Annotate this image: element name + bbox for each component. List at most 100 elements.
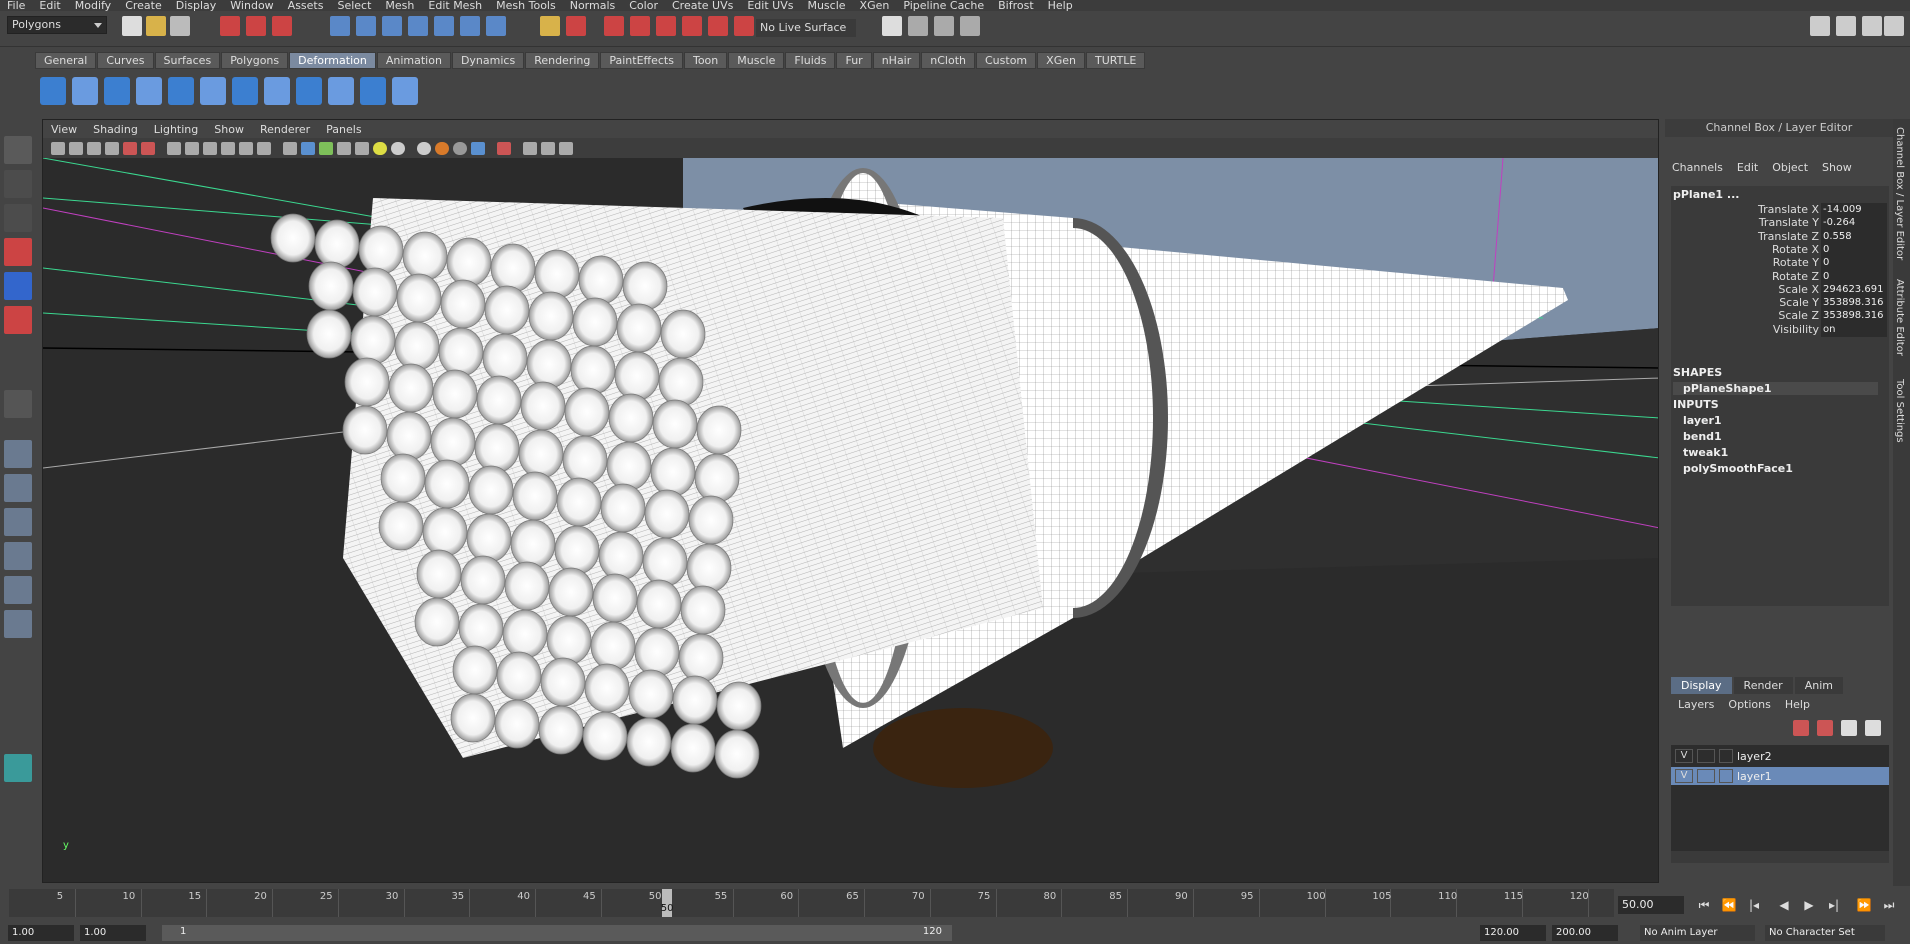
channel-menu-item[interactable]: Channels	[1665, 161, 1730, 179]
layer-row[interactable]: V layer2	[1671, 747, 1889, 765]
anim-layer-dropdown[interactable]: No Anim Layer	[1640, 925, 1755, 941]
menu-item[interactable]: Mesh Tools	[489, 0, 563, 11]
input-item[interactable]: polySmoothFace1	[1683, 462, 1793, 475]
select-tool-icon[interactable]	[4, 136, 32, 164]
camera-icon[interactable]	[51, 142, 65, 155]
panel-menu-item[interactable]: View	[43, 123, 85, 136]
cable-end-cap[interactable]	[430, 417, 476, 467]
cable-end-cap[interactable]	[358, 225, 404, 275]
cable-end-cap[interactable]	[460, 555, 506, 605]
save-scene-icon[interactable]	[170, 16, 190, 36]
panel-menu-item[interactable]: Show	[206, 123, 252, 136]
grid-icon[interactable]	[167, 142, 181, 155]
layer-row-selected[interactable]: V layer1	[1671, 767, 1889, 785]
snap-grid-icon[interactable]	[330, 16, 350, 36]
resolution-gate-icon[interactable]	[203, 142, 217, 155]
menu-item[interactable]: Modify	[68, 0, 118, 11]
shadows-icon[interactable]	[391, 142, 405, 155]
cable-end-cap[interactable]	[614, 351, 660, 401]
cable-end-cap[interactable]	[572, 297, 618, 347]
shelf-tab[interactable]: Custom	[976, 52, 1037, 69]
cable-end-cap[interactable]	[660, 309, 706, 359]
render-frame-icon[interactable]	[604, 16, 624, 36]
layer-scrollbar[interactable]	[1671, 851, 1889, 863]
shelf-tab[interactable]: nHair	[872, 52, 921, 69]
layer-color-swatch[interactable]	[1719, 769, 1733, 783]
twist-icon[interactable]	[232, 77, 258, 105]
live-surface-field[interactable]: No Live Surface	[756, 19, 856, 37]
cable-end-cap[interactable]	[484, 285, 530, 335]
playback-end-field[interactable]: 120.00	[1480, 925, 1546, 941]
toggle-channel-box-icon[interactable]	[1884, 16, 1904, 36]
step-back-key-icon[interactable]: |◂	[1745, 896, 1763, 914]
shelf-tab[interactable]: General	[35, 52, 97, 69]
cable-end-cap[interactable]	[534, 249, 580, 299]
snap-point-icon[interactable]	[382, 16, 402, 36]
cable-end-cap[interactable]	[628, 669, 674, 719]
shelf-tab[interactable]: Fur	[836, 52, 872, 69]
range-bar[interactable]: 1 120	[162, 925, 952, 941]
cable-end-cap[interactable]	[652, 399, 698, 449]
menu-set-dropdown[interactable]: Polygons	[7, 16, 107, 34]
cable-end-cap[interactable]	[694, 453, 740, 503]
lattice-icon[interactable]	[40, 77, 66, 105]
layer-name[interactable]: layer1	[1737, 770, 1772, 783]
layout-four-icon[interactable]	[1836, 16, 1856, 36]
layout-hypershade-icon[interactable]	[4, 576, 32, 604]
cable-end-cap[interactable]	[308, 261, 354, 311]
attribute-value[interactable]: on	[1821, 322, 1887, 337]
cable-end-cap[interactable]	[468, 465, 514, 515]
tab-tool-settings[interactable]: Tool Settings	[1894, 379, 1905, 443]
shape-item[interactable]: pPlaneShape1	[1673, 382, 1878, 395]
layout-graph-icon[interactable]	[4, 542, 32, 570]
shelf-tab[interactable]: nCloth	[921, 52, 975, 69]
play-backward-icon[interactable]: ◀	[1775, 896, 1793, 914]
shelf-tab[interactable]: Dynamics	[451, 52, 525, 69]
construction-history-icon[interactable]	[566, 16, 586, 36]
cable-end-cap[interactable]	[670, 723, 716, 773]
layout-four-pane-icon[interactable]	[4, 474, 32, 502]
cable-end-cap[interactable]	[306, 309, 352, 359]
cable-end-cap[interactable]	[482, 333, 528, 383]
menu-item[interactable]: Edit	[32, 0, 67, 11]
cable-end-cap[interactable]	[546, 615, 592, 665]
cable-end-cap[interactable]	[380, 453, 426, 503]
panel-menu-item[interactable]: Lighting	[146, 123, 206, 136]
menu-item[interactable]: Edit Mesh	[421, 0, 489, 11]
input-item[interactable]: tweak1	[1683, 446, 1728, 459]
cable-end-cap[interactable]	[606, 441, 652, 491]
cable-end-cap[interactable]	[564, 387, 610, 437]
layout-single-pane-icon[interactable]	[4, 440, 32, 468]
cable-end-cap[interactable]	[394, 321, 440, 371]
paint-select-icon[interactable]	[4, 204, 32, 232]
channel-attribute[interactable]: Visibility on	[1671, 322, 1889, 338]
shelf-tab[interactable]: Muscle	[728, 52, 785, 69]
end-time-field[interactable]: 200.00	[1552, 925, 1618, 941]
isolate-select-icon[interactable]	[497, 142, 511, 155]
xray-icon[interactable]	[355, 142, 369, 155]
shelf-tab[interactable]: Rendering	[525, 52, 600, 69]
cable-end-cap[interactable]	[642, 537, 688, 587]
menu-item[interactable]: Help	[1041, 0, 1080, 11]
menu-item[interactable]: Bifrost	[991, 0, 1041, 11]
menu-item[interactable]: XGen	[853, 0, 897, 11]
cable-end-cap[interactable]	[424, 459, 470, 509]
layer-options-icon[interactable]	[1841, 720, 1857, 736]
cable-end-cap[interactable]	[672, 675, 718, 725]
xray-active-icon[interactable]	[541, 142, 555, 155]
field-chart-icon[interactable]	[239, 142, 253, 155]
cable-end-cap[interactable]	[528, 291, 574, 341]
cable-end-cap[interactable]	[510, 519, 556, 569]
cable-end-cap[interactable]	[416, 549, 462, 599]
layer-playback-toggle[interactable]	[1697, 749, 1715, 763]
bend-icon[interactable]	[104, 77, 130, 105]
shelf-tab[interactable]: Polygons	[221, 52, 289, 69]
cable-end-cap[interactable]	[584, 663, 630, 713]
cable-end-cap[interactable]	[600, 483, 646, 533]
step-forward-key-icon[interactable]: ▸|	[1825, 896, 1843, 914]
render-icon[interactable]	[908, 16, 928, 36]
render-view-icon[interactable]	[708, 16, 728, 36]
menu-item[interactable]: Muscle	[800, 0, 852, 11]
layer-menu-item[interactable]: Help	[1778, 698, 1817, 711]
cable-end-cap[interactable]	[526, 339, 572, 389]
